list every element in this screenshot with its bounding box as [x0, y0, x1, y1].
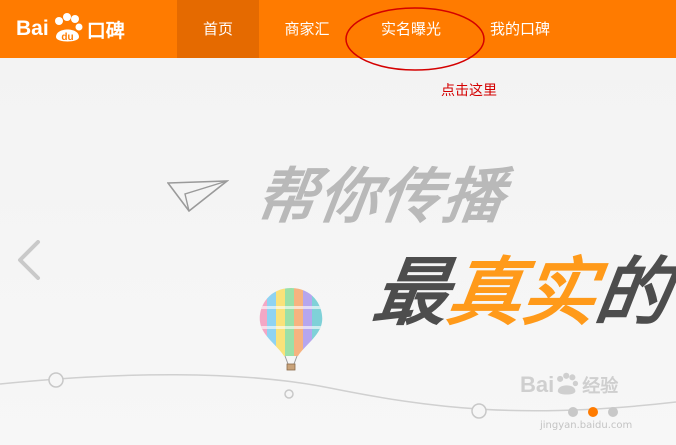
watermark-brand: Bai: [520, 372, 555, 397]
hot-air-balloon-icon: [259, 288, 323, 371]
baidu-koubei-logo[interactable]: Bai du 口碑: [16, 12, 125, 46]
headline-word-2: 真实: [442, 250, 603, 336]
watermark-url: jingyan.baidu.com: [540, 420, 633, 431]
top-nav-bar: Bai du 口碑 首页 商家汇 实名曝光 我的口碑: [0, 0, 676, 58]
chevron-left-icon[interactable]: [16, 240, 42, 280]
nav-item-merchants[interactable]: 商家汇: [259, 0, 355, 58]
carousel-dot[interactable]: [568, 407, 578, 417]
logo-du-text: du: [61, 32, 73, 43]
carousel-dot-active[interactable]: [588, 407, 598, 417]
annotation-click-here: 点击这里: [441, 83, 497, 99]
logo-latin: Bai: [16, 17, 49, 40]
nav-item-home[interactable]: 首页: [177, 0, 259, 58]
logo-cn: 口碑: [86, 19, 125, 42]
watermark-jingyan: 经验: [582, 376, 619, 397]
paw-icon: du: [54, 13, 83, 43]
watermark: Bai 经验: [520, 372, 618, 398]
hero-headline-1: 帮你传播: [252, 162, 511, 232]
carousel-dot[interactable]: [608, 407, 618, 417]
carousel-indicator: [568, 407, 618, 417]
headline-word-1: 最: [368, 250, 455, 336]
paper-plane-icon: [167, 180, 229, 213]
headline-word-3: 的: [590, 250, 676, 336]
watermark-paw-icon: [557, 372, 579, 395]
highlight-ellipse: [345, 7, 485, 71]
hero-headline-2: 最真实的: [367, 233, 676, 340]
